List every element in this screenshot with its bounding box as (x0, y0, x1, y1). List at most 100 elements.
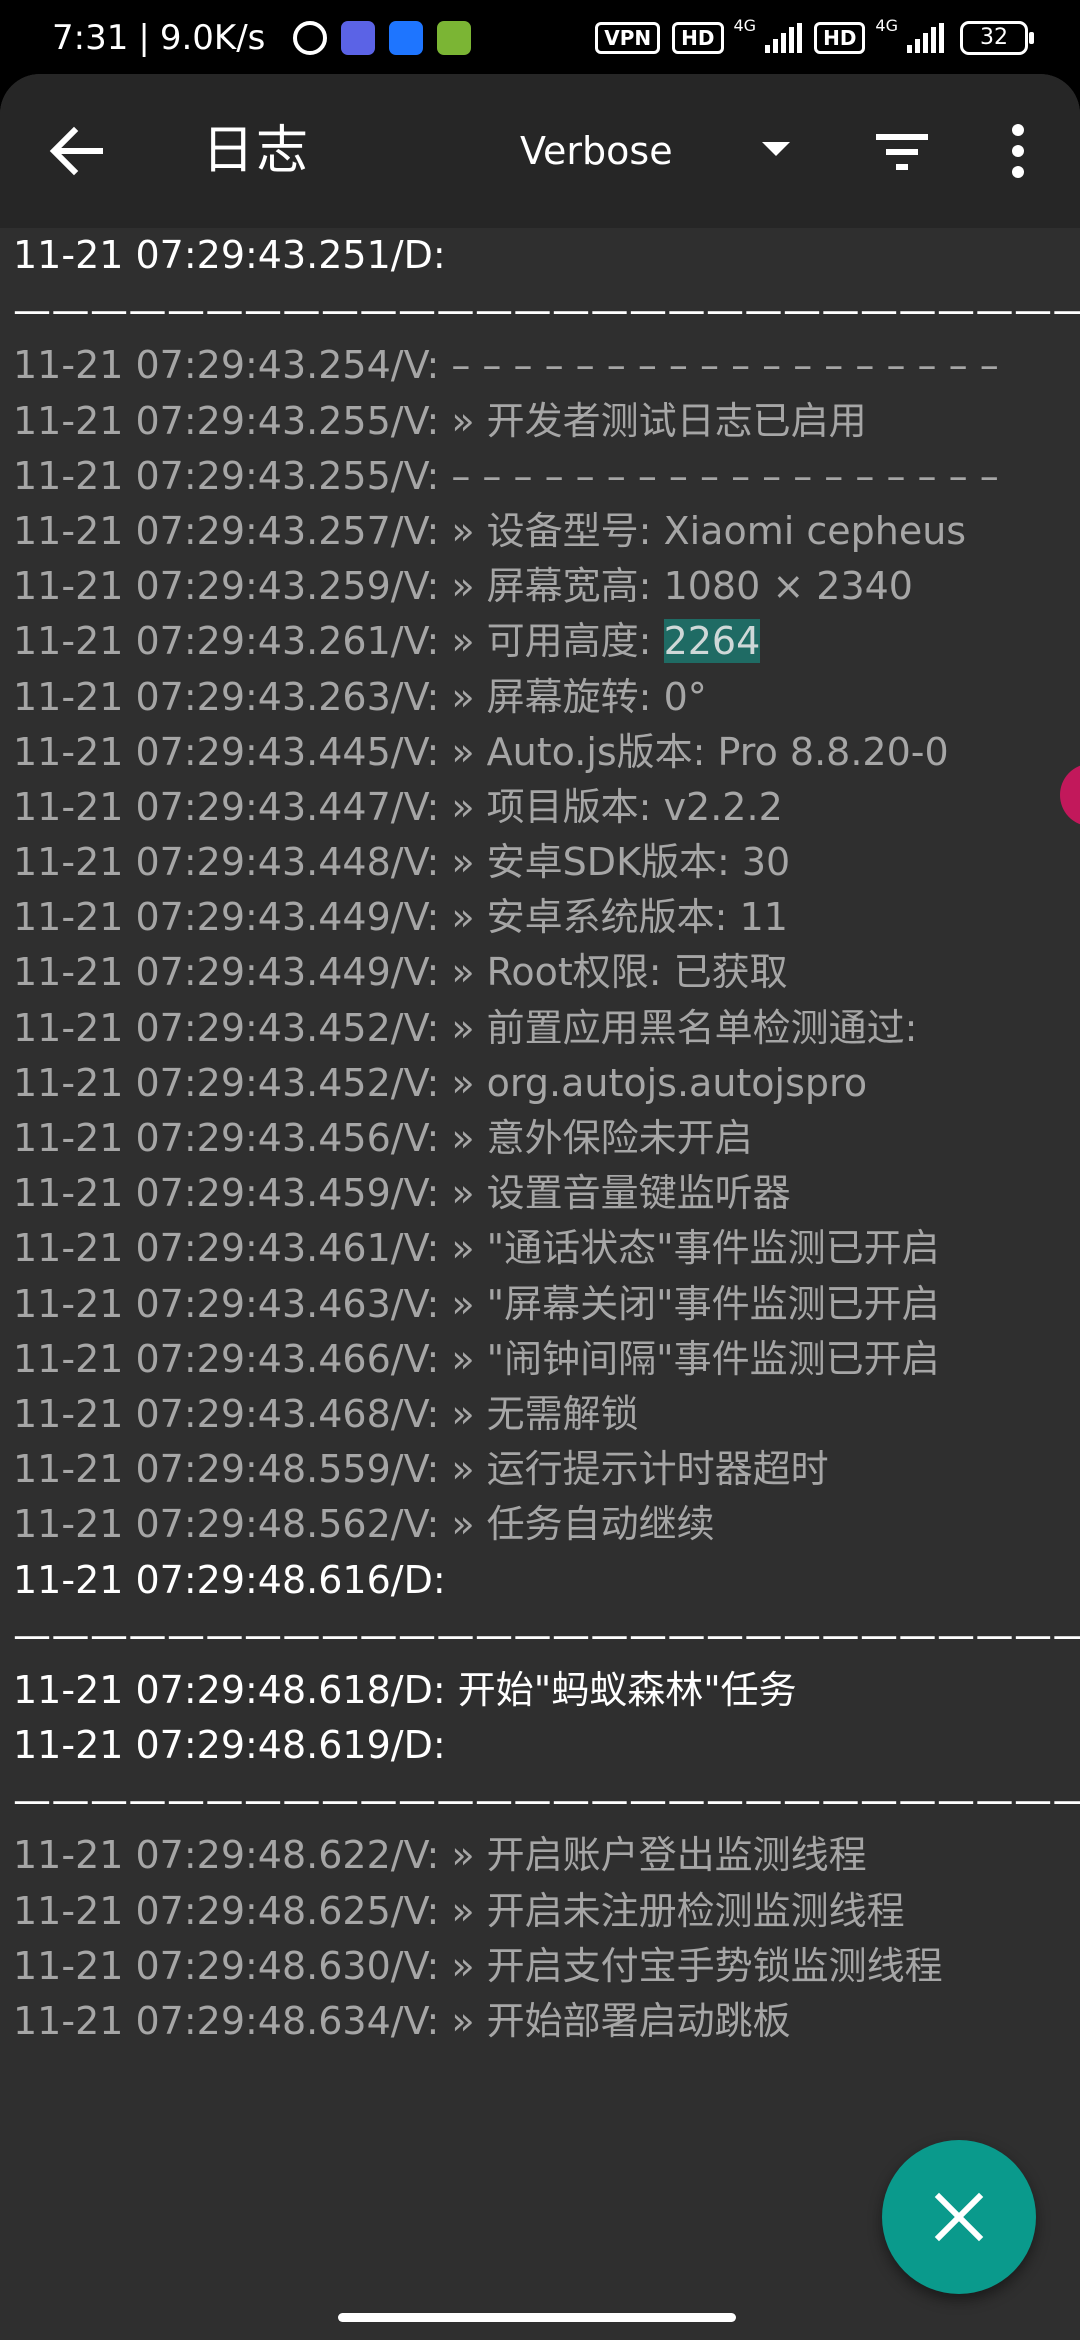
log-text: 11-21 07:29:43.452/V: » org.autojs.autoj… (13, 1060, 868, 1105)
log-line: 11-21 07:29:43.255/V: » 开发者测试日志已启用 (0, 394, 1080, 449)
log-text: 11-21 07:29:43.468/V: » 无需解锁 (13, 1391, 639, 1436)
signal-icon-2 (904, 23, 944, 53)
log-text: 11-21 07:29:43.449/V: » 安卓系统版本: 11 (13, 895, 788, 940)
log-text: 11-21 07:29:43.449/V: » Root权限: 已获取 (13, 950, 788, 995)
log-line: 11-21 07:29:48.634/V: » 开始部署启动跳板 (0, 1994, 1080, 2049)
status-bar: 7:31 | 9.0K/s VPN HD 4G HD 4G 32 (0, 0, 1080, 74)
filter-icon (876, 134, 928, 170)
signal-icon-1 (762, 23, 803, 53)
log-line: 11-21 07:29:43.463/V: » "屏幕关闭"事件监测已开启 (0, 1277, 1080, 1332)
log-text: 11-21 07:29:43.463/V: » "屏幕关闭"事件监测已开启 (13, 1281, 940, 1326)
log-highlight: 2264 (663, 619, 761, 664)
log-level-value: Verbose (520, 129, 673, 173)
log-list[interactable]: 11-21 07:29:43.251/D: ———————————————————… (0, 228, 1080, 2128)
chevron-down-icon (762, 142, 790, 156)
screen: 7:31 | 9.0K/s VPN HD 4G HD 4G 32 日志 Verb… (0, 0, 1080, 2340)
log-text: 11-21 07:29:48.559/V: » 运行提示计时器超时 (13, 1447, 829, 1492)
log-text: 11-21 07:29:48.616/D: (13, 1557, 446, 1602)
vpn-icon: VPN (595, 22, 661, 54)
log-text: 11-21 07:29:43.456/V: » 意外保险未开启 (13, 1116, 753, 1160)
log-text: 11-21 07:29:43.251/D: (13, 233, 446, 277)
home-indicator[interactable] (338, 2313, 736, 2322)
battery-icon: 32 (960, 21, 1034, 55)
log-text: 11-21 07:29:48.619/D: (13, 1723, 446, 1768)
log-text: 11-21 07:29:43.445/V: » Auto.js版本: Pro 8… (13, 729, 949, 774)
log-separator: ———————————————————————————— (0, 1773, 1080, 1828)
filter-button[interactable] (870, 122, 934, 182)
log-text: ———————————————————————————— (13, 1612, 1080, 1657)
status-right: VPN HD 4G HD 4G 32 (583, 16, 1034, 60)
log-text: 11-21 07:29:48.562/V: » 任务自动继续 (13, 1502, 715, 1547)
more-vertical-icon (1012, 124, 1024, 178)
log-line: 11-21 07:29:43.251/D: (0, 228, 1080, 283)
log-text: 11-21 07:29:43.466/V: » "闹钟间隔"事件监测已开启 (13, 1336, 940, 1381)
log-text: 11-21 07:29:43.459/V: » 设置音量键监听器 (13, 1171, 791, 1216)
log-text: 11-21 07:29:48.622/V: » 开启账户登出监测线程 (13, 1833, 867, 1878)
log-line: 11-21 07:29:43.445/V: » Auto.js版本: Pro 8… (0, 725, 1080, 780)
log-line: 11-21 07:29:48.616/D: (0, 1553, 1080, 1608)
log-line: 11-21 07:29:43.263/V: » 屏幕旋转: 0° (0, 670, 1080, 725)
log-line: 11-21 07:29:43.456/V: » 意外保险未开启 (0, 1111, 1080, 1166)
log-line: 11-21 07:29:43.449/V: » 安卓系统版本: 11 (0, 890, 1080, 945)
alarm-icon (293, 21, 328, 55)
log-line: 11-21 07:29:43.259/V: » 屏幕宽高: 1080 × 234… (0, 559, 1080, 614)
hd-icon-1: HD (672, 22, 724, 54)
back-button[interactable] (40, 114, 114, 188)
log-level-select[interactable]: Verbose (520, 118, 800, 184)
toolbar: 日志 Verbose (0, 74, 1080, 228)
network-type-2: 4G (875, 16, 898, 35)
log-line: 11-21 07:29:43.449/V: » Root权限: 已获取 (0, 945, 1080, 1000)
close-icon (934, 2192, 984, 2242)
log-line: 11-21 07:29:43.452/V: » org.autojs.autoj… (0, 1056, 1080, 1111)
log-text: 11-21 07:29:43.255/V: – – – – – – – – – … (13, 453, 999, 498)
log-text: 11-21 07:29:48.634/V: » 开始部署启动跳板 (13, 1999, 791, 2043)
status-separator: | (138, 18, 150, 58)
log-line: 11-21 07:29:48.562/V: » 任务自动继续 (0, 1497, 1080, 1552)
log-text: 11-21 07:29:43.254/V: – – – – – – – – – … (13, 343, 999, 388)
log-text: 11-21 07:29:43.261/V: » 可用高度: (13, 619, 664, 664)
log-text: 11-21 07:29:43.255/V: » 开发者测试日志已启用 (13, 398, 867, 443)
log-line: 11-21 07:29:43.448/V: » 安卓SDK版本: 30 (0, 835, 1080, 890)
page-title: 日志 (202, 121, 311, 181)
log-line: 11-21 07:29:43.461/V: » "通话状态"事件监测已开启 (0, 1221, 1080, 1276)
log-line: 11-21 07:29:48.618/D: 开始"蚂蚁森林"任务 (0, 1663, 1080, 1718)
more-options-button[interactable] (990, 118, 1046, 184)
status-time: 7:31 (52, 18, 129, 58)
log-text: 11-21 07:29:43.448/V: » 安卓SDK版本: 30 (13, 840, 791, 885)
log-line: 11-21 07:29:43.459/V: » 设置音量键监听器 (0, 1166, 1080, 1221)
log-text: ———————————————————————————— (13, 288, 1080, 333)
android-notification-icon (437, 21, 472, 55)
log-text: 11-21 07:29:43.257/V: » 设备型号: Xiaomi cep… (13, 508, 967, 553)
log-separator: ———————————————————————————— (0, 1608, 1080, 1663)
app-notification-icon (341, 21, 376, 55)
log-line: 11-21 07:29:43.261/V: » 可用高度: 2264 (0, 614, 1080, 669)
log-text: 11-21 07:29:48.630/V: » 开启支付宝手势锁监测线程 (13, 1943, 943, 1988)
log-line: 11-21 07:29:48.625/V: » 开启未注册检测监测线程 (0, 1884, 1080, 1939)
status-left: 7:31 | 9.0K/s (52, 16, 472, 60)
log-text: ———————————————————————————— (13, 1778, 1080, 1823)
log-text: 11-21 07:29:43.461/V: » "通话状态"事件监测已开启 (13, 1226, 940, 1271)
log-line: 11-21 07:29:43.257/V: » 设备型号: Xiaomi cep… (0, 504, 1080, 559)
log-line: 11-21 07:29:43.466/V: » "闹钟间隔"事件监测已开启 (0, 1332, 1080, 1387)
log-text: 11-21 07:29:43.263/V: » 屏幕旋转: 0° (13, 674, 707, 719)
log-line: 11-21 07:29:43.468/V: » 无需解锁 (0, 1387, 1080, 1442)
log-line: 11-21 07:29:43.447/V: » 项目版本: v2.2.2 (0, 780, 1080, 835)
close-fab-button[interactable] (882, 2140, 1036, 2294)
log-text: 11-21 07:29:43.447/V: » 项目版本: v2.2.2 (13, 784, 783, 829)
log-text: 11-21 07:29:43.259/V: » 屏幕宽高: 1080 × 234… (13, 564, 913, 609)
log-line: 11-21 07:29:43.255/V: – – – – – – – – – … (0, 449, 1080, 504)
log-separator: ———————————————————————————— (0, 283, 1080, 338)
log-line: 11-21 07:29:43.254/V: – – – – – – – – – … (0, 338, 1080, 393)
log-line: 11-21 07:29:48.559/V: » 运行提示计时器超时 (0, 1442, 1080, 1497)
log-line: 11-21 07:29:43.452/V: » 前置应用黑名单检测通过: (0, 1001, 1080, 1056)
arrow-left-icon (49, 126, 103, 176)
shield-notification-icon (389, 21, 424, 55)
log-panel: 日志 Verbose 11-21 07:29:43.251/D: ———————… (0, 74, 1080, 2340)
log-text: 11-21 07:29:43.452/V: » 前置应用黑名单检测通过: (13, 1005, 918, 1050)
log-line: 11-21 07:29:48.619/D: (0, 1718, 1080, 1773)
log-line: 11-21 07:29:48.622/V: » 开启账户登出监测线程 (0, 1828, 1080, 1883)
network-type-1: 4G (733, 16, 757, 35)
log-text: 11-21 07:29:48.625/V: » 开启未注册检测监测线程 (13, 1888, 905, 1933)
net-speed: 9.0K/s (159, 18, 266, 58)
log-line: 11-21 07:29:48.630/V: » 开启支付宝手势锁监测线程 (0, 1939, 1080, 1994)
